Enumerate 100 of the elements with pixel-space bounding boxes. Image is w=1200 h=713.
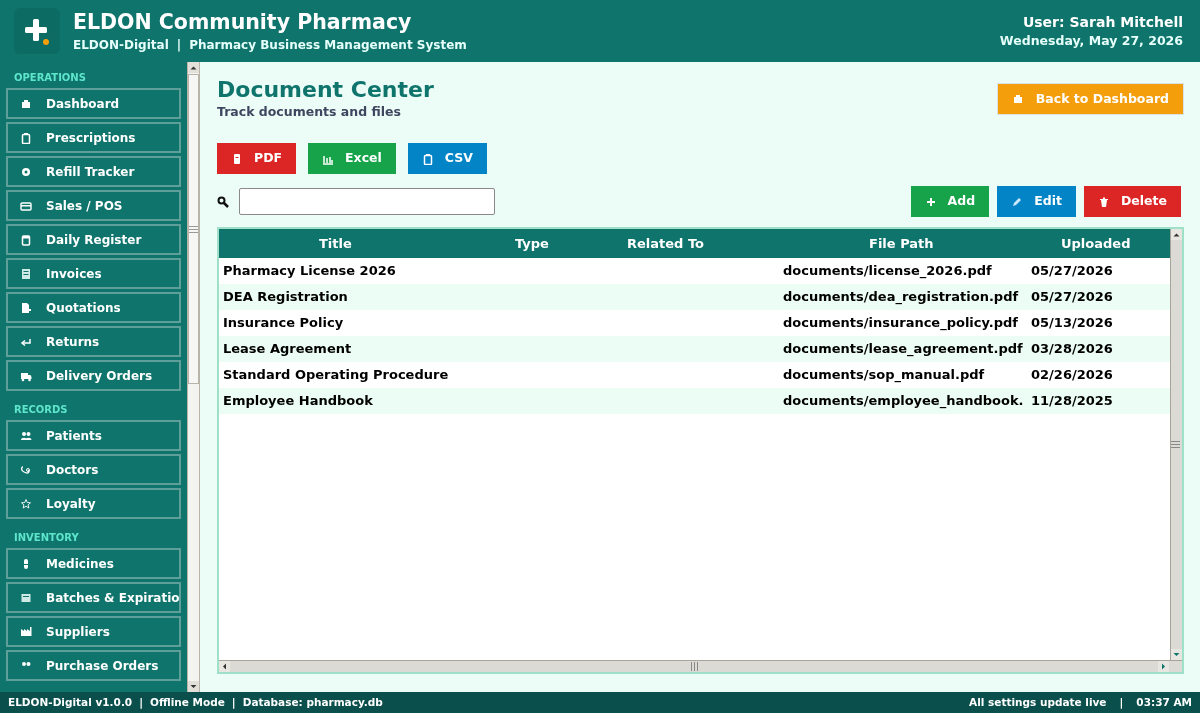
scroll-down-icon bbox=[1171, 649, 1182, 660]
grip-icon bbox=[690, 662, 698, 671]
item-label: Returns bbox=[46, 333, 100, 351]
box-icon bbox=[20, 591, 32, 604]
item-label: Invoices bbox=[46, 265, 102, 283]
scrollbar[interactable] bbox=[187, 62, 200, 692]
factory-icon bbox=[20, 625, 32, 638]
scrollbar[interactable] bbox=[219, 660, 1182, 672]
scroll-down-icon bbox=[188, 681, 199, 692]
sidebar-item[interactable]: Delivery Orders bbox=[6, 360, 181, 391]
item-label: Patients bbox=[46, 427, 102, 445]
pencil-icon bbox=[1011, 195, 1024, 208]
app-title: ELDON Community Pharmacy bbox=[73, 9, 413, 36]
sidebar-item[interactable]: Invoices bbox=[6, 258, 181, 289]
sidebar-item[interactable]: Prescriptions bbox=[6, 122, 181, 153]
table-cell-text: documents/lease_agreement.pdf bbox=[783, 340, 1023, 359]
sidebar-item[interactable]: Sales / POS bbox=[6, 190, 181, 221]
scrollbar[interactable] bbox=[1170, 229, 1182, 660]
section-heading: INVENTORY bbox=[13, 531, 80, 545]
item-label: Prescriptions bbox=[46, 129, 136, 147]
sidebar-item[interactable]: Daily Register bbox=[6, 224, 181, 255]
separator: | bbox=[231, 694, 236, 711]
clipboard-icon bbox=[421, 152, 434, 165]
card-icon bbox=[20, 199, 32, 212]
search-field[interactable] bbox=[239, 188, 495, 215]
grip-icon bbox=[1171, 441, 1180, 448]
delete-button[interactable]: Delete bbox=[1083, 186, 1181, 217]
column-header[interactable]: Uploaded bbox=[1061, 233, 1131, 254]
sidebar-item[interactable]: Loyalty bbox=[6, 488, 181, 519]
page-subtitle: Track documents and files bbox=[217, 104, 402, 120]
calendar-icon bbox=[20, 233, 32, 246]
table-cell-text: 05/13/2026 bbox=[1031, 314, 1113, 333]
item-label: Sales / POS bbox=[46, 197, 123, 215]
database-text: Database: pharmacy.db bbox=[242, 694, 383, 710]
column-header[interactable]: Title bbox=[319, 233, 352, 254]
table-cell-text: Employee Handbook bbox=[223, 392, 373, 411]
sidebar-item[interactable]: Patients bbox=[6, 420, 181, 451]
scroll-up-icon bbox=[1171, 229, 1182, 240]
briefcase-icon bbox=[20, 97, 32, 110]
scroll-right-icon bbox=[1158, 661, 1169, 672]
table-cell-text: documents/dea_registration.pdf bbox=[783, 288, 1019, 307]
sidebar-item[interactable]: Purchase Orders bbox=[6, 650, 181, 681]
grip-icon bbox=[189, 225, 198, 233]
document-icon bbox=[20, 301, 32, 314]
section-heading: RECORDS bbox=[13, 403, 69, 417]
item-label: Refill Tracker bbox=[46, 163, 135, 181]
people-icon bbox=[20, 429, 32, 442]
separator: | bbox=[176, 37, 182, 54]
sidebar-item[interactable]: Dashboard bbox=[6, 88, 181, 119]
column-header[interactable]: File Path bbox=[869, 233, 934, 254]
brand-name: ELDON-Digital bbox=[73, 37, 169, 54]
item-label: Doctors bbox=[46, 461, 99, 479]
sidebar-item[interactable]: Doctors bbox=[6, 454, 181, 485]
item-label: Medicines bbox=[46, 555, 114, 573]
version-text: ELDON-Digital v1.0.0 bbox=[8, 694, 133, 710]
edit-button[interactable]: Edit bbox=[997, 186, 1076, 217]
table-cell-text: documents/sop_manual.pdf bbox=[783, 366, 985, 385]
item-label: Suppliers bbox=[46, 623, 110, 641]
item-label: Purchase Orders bbox=[46, 657, 159, 675]
section-heading: OPERATIONS bbox=[13, 71, 87, 85]
item-label: Quotations bbox=[46, 299, 121, 317]
table-row[interactable]: Lease Agreement documents/lease_agreement.pdf 03/28/2026 bbox=[219, 336, 1170, 362]
excel-button[interactable]: Excel bbox=[308, 143, 396, 174]
pdf-button[interactable]: PDF bbox=[217, 143, 297, 174]
sidebar-item[interactable]: Refill Tracker bbox=[6, 156, 181, 187]
user-name: User: Sarah Mitchell bbox=[1022, 13, 1183, 32]
table-cell-text: documents/employee_handbook. bbox=[783, 392, 1024, 411]
table-cell-text: Pharmacy License 2026 bbox=[223, 262, 396, 281]
table-cell-text: Lease Agreement bbox=[223, 340, 352, 359]
system-name: Pharmacy Business Management System bbox=[189, 37, 467, 54]
plus-icon bbox=[924, 195, 937, 208]
item-label: Dashboard bbox=[46, 95, 120, 113]
receipt-icon bbox=[20, 267, 32, 280]
table-cell-text: Insurance Policy bbox=[223, 314, 344, 333]
table-cell-text: 03/28/2026 bbox=[1031, 340, 1113, 359]
live-text: All settings update live bbox=[969, 694, 1107, 710]
sidebar-item[interactable]: Medicines bbox=[6, 548, 181, 579]
trash-icon bbox=[1097, 195, 1110, 208]
sidebar-item[interactable]: Returns bbox=[6, 326, 181, 357]
column-header[interactable]: Type bbox=[515, 233, 549, 254]
item-label: Daily Register bbox=[46, 231, 142, 249]
sidebar-item[interactable]: Quotations bbox=[6, 292, 181, 323]
sidebar-item[interactable]: Suppliers bbox=[6, 616, 181, 647]
table-cell-text: 05/27/2026 bbox=[1031, 288, 1113, 307]
table-cell-text: DEA Registration bbox=[223, 288, 348, 307]
column-header[interactable]: Related To bbox=[627, 233, 704, 254]
table-cell-text: documents/license_2026.pdf bbox=[783, 262, 992, 281]
table-cell-text: documents/insurance_policy.pdf bbox=[783, 314, 1019, 333]
clock-text: 03:37 AM bbox=[1136, 694, 1192, 710]
table-cell-text: 02/26/2026 bbox=[1031, 366, 1113, 385]
table-row[interactable]: DEA Registration documents/dea_registration.pdf 05/27/2026 bbox=[219, 284, 1170, 310]
page-title: Document Center bbox=[217, 76, 434, 104]
add-button[interactable]: Add bbox=[910, 186, 990, 217]
item-label: Loyalty bbox=[46, 495, 96, 513]
item-label: Delivery Orders bbox=[46, 367, 153, 385]
sidebar-item[interactable]: Batches & Expiratio bbox=[6, 582, 181, 613]
table-cell-text: Standard Operating Procedure bbox=[223, 366, 449, 385]
separator: | bbox=[139, 694, 144, 711]
csv-button[interactable]: CSV bbox=[407, 143, 487, 174]
table-row[interactable]: Employee Handbook documents/employee_handbook. 11/28/2025 bbox=[219, 388, 1170, 414]
